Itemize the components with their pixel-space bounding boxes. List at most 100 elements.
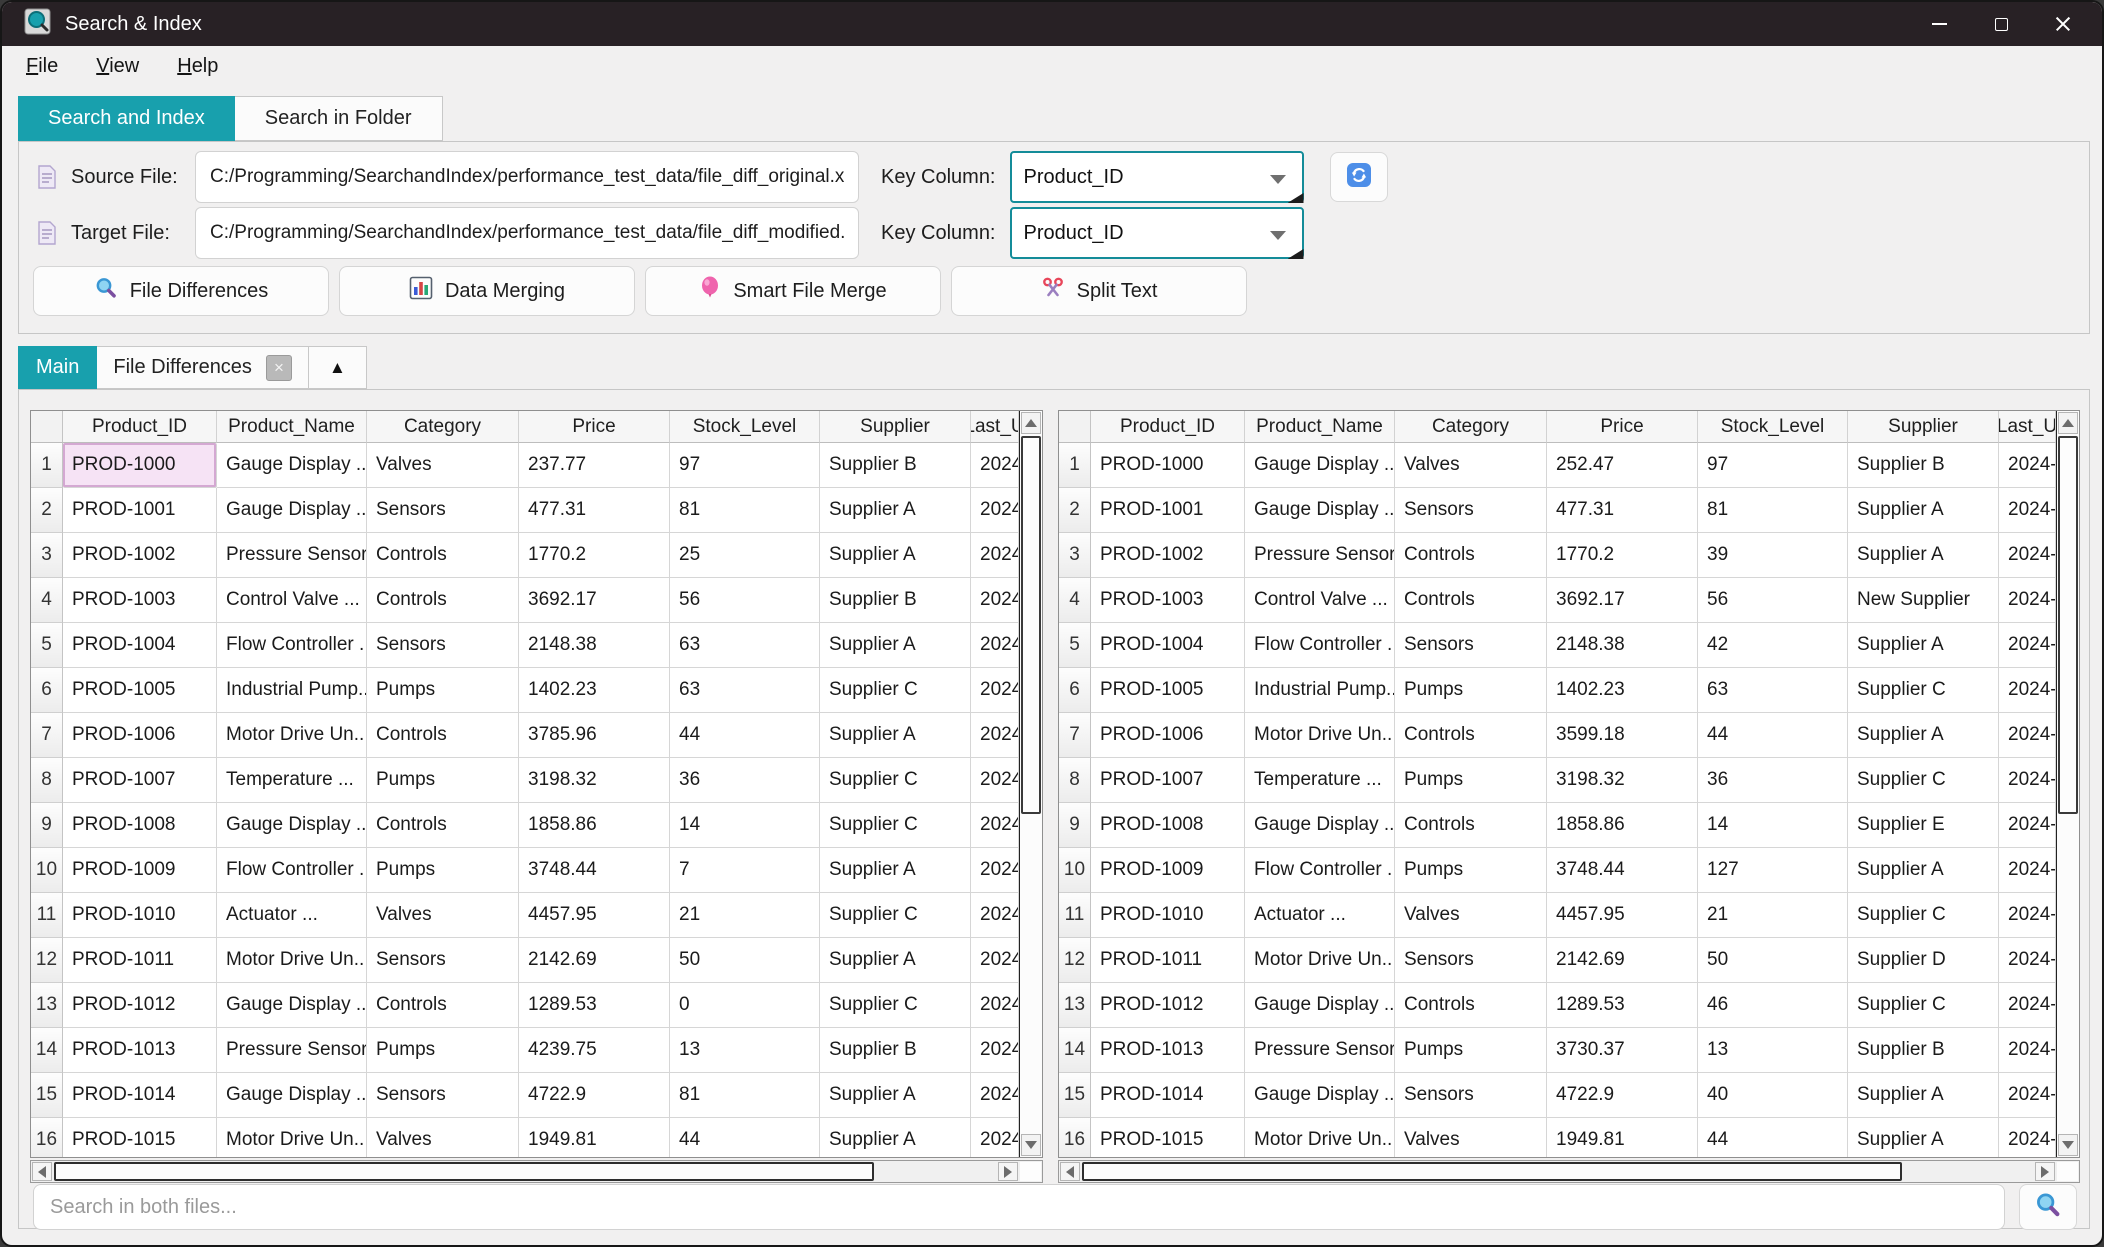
table-cell[interactable]: Gauge Display ... <box>217 803 367 848</box>
table-cell[interactable]: 1289.53 <box>1547 983 1698 1028</box>
menu-help[interactable]: Help <box>177 55 218 78</box>
table-cell[interactable]: Valves <box>1395 893 1547 938</box>
table-cell[interactable]: 4457.95 <box>1547 893 1698 938</box>
target-file-input[interactable] <box>195 207 859 259</box>
table-cell[interactable]: Pumps <box>1395 758 1547 803</box>
row-number[interactable]: 7 <box>1059 713 1091 758</box>
row-number[interactable]: 16 <box>1059 1118 1091 1157</box>
table-cell[interactable]: Supplier B <box>820 443 971 488</box>
table-cell[interactable]: 2024-12 <box>1999 1073 2056 1118</box>
table-cell[interactable]: 2024-12 <box>1999 578 2056 623</box>
table-cell[interactable]: PROD-1011 <box>63 938 217 983</box>
table-cell[interactable]: 14 <box>670 803 820 848</box>
table-cell[interactable]: Supplier C <box>1848 983 1999 1028</box>
table-cell[interactable]: PROD-1001 <box>1091 488 1245 533</box>
table-cell[interactable]: PROD-1012 <box>1091 983 1245 1028</box>
table-cell[interactable]: 2148.38 <box>1547 623 1698 668</box>
table-cell[interactable]: Flow Controller ... <box>217 848 367 893</box>
row-number[interactable]: 3 <box>1059 533 1091 578</box>
row-number[interactable]: 4 <box>1059 578 1091 623</box>
table-cell[interactable]: 4457.95 <box>519 893 670 938</box>
table-cell[interactable]: 44 <box>1698 713 1848 758</box>
row-number[interactable]: 10 <box>31 848 63 893</box>
table-cell[interactable]: Gauge Display ... <box>1245 488 1395 533</box>
table-cell[interactable]: Supplier A <box>1848 1073 1999 1118</box>
row-number[interactable]: 9 <box>31 803 63 848</box>
table-cell[interactable]: 2024-08 <box>1999 938 2056 983</box>
table-cell[interactable]: Controls <box>1395 533 1547 578</box>
table-cell[interactable]: Actuator ... <box>217 893 367 938</box>
table-cell[interactable]: 3748.44 <box>519 848 670 893</box>
table-cell[interactable]: PROD-1011 <box>1091 938 1245 983</box>
row-number[interactable]: 1 <box>1059 443 1091 488</box>
table-cell[interactable]: 44 <box>670 713 820 758</box>
table-cell[interactable]: PROD-1002 <box>63 533 217 578</box>
row-number[interactable]: 5 <box>1059 623 1091 668</box>
table-cell[interactable]: 97 <box>670 443 820 488</box>
table-cell[interactable]: Supplier A <box>1848 713 1999 758</box>
column-header[interactable]: Price <box>519 411 670 443</box>
search-button[interactable] <box>2019 1184 2077 1230</box>
table-cell[interactable]: 1949.81 <box>519 1118 670 1157</box>
table-cell[interactable]: 1858.86 <box>519 803 670 848</box>
table-cell[interactable]: PROD-1013 <box>1091 1028 1245 1073</box>
table-cell[interactable]: Supplier A <box>820 533 971 578</box>
table-cell[interactable]: PROD-1008 <box>1091 803 1245 848</box>
table-cell[interactable]: Pressure Sensor... <box>217 1028 367 1073</box>
table-cell[interactable]: Control Valve ... <box>1245 578 1395 623</box>
table-cell[interactable]: 21 <box>1698 893 1848 938</box>
table-cell[interactable]: Supplier A <box>820 1118 971 1157</box>
table-cell[interactable]: Pumps <box>1395 848 1547 893</box>
target-vertical-scrollbar[interactable] <box>2056 411 2079 1157</box>
table-cell[interactable]: Controls <box>1395 803 1547 848</box>
table-cell[interactable]: PROD-1012 <box>63 983 217 1028</box>
table-cell[interactable]: Supplier A <box>1848 848 1999 893</box>
table-cell[interactable]: 1949.81 <box>1547 1118 1698 1157</box>
table-cell[interactable]: PROD-1010 <box>63 893 217 938</box>
table-cell[interactable]: Supplier C <box>1848 668 1999 713</box>
table-cell[interactable]: Supplier B <box>1848 443 1999 488</box>
table-cell[interactable]: Pressure Sensor... <box>1245 1028 1395 1073</box>
tab-close-icon[interactable]: × <box>266 355 292 381</box>
table-cell[interactable]: Supplier A <box>1848 1118 1999 1157</box>
tab-search-in-folder[interactable]: Search in Folder <box>235 96 443 141</box>
table-cell[interactable]: 63 <box>1698 668 1848 713</box>
collapse-tabs-button[interactable]: ▲ <box>309 346 367 389</box>
table-cell[interactable]: Controls <box>367 803 519 848</box>
target-key-column-select[interactable]: Product_ID <box>1010 207 1304 259</box>
table-cell[interactable]: 1770.2 <box>1547 533 1698 578</box>
table-cell[interactable]: 2142.69 <box>1547 938 1698 983</box>
row-number[interactable]: 11 <box>1059 893 1091 938</box>
scroll-right-button[interactable] <box>998 1162 1018 1181</box>
column-header[interactable]: Last_U <box>971 411 1019 443</box>
table-cell[interactable]: Industrial Pump... <box>1245 668 1395 713</box>
table-cell[interactable]: Gauge Display ... <box>1245 983 1395 1028</box>
table-cell[interactable]: Sensors <box>1395 623 1547 668</box>
table-cell[interactable]: Supplier C <box>1848 893 1999 938</box>
table-cell[interactable]: 7 <box>670 848 820 893</box>
row-number[interactable]: 8 <box>31 758 63 803</box>
table-cell[interactable]: 3748.44 <box>1547 848 1698 893</box>
table-cell[interactable]: 4722.9 <box>519 1073 670 1118</box>
table-cell[interactable]: 2024-06 <box>1999 488 2056 533</box>
row-number[interactable]: 2 <box>31 488 63 533</box>
table-cell[interactable]: 4722.9 <box>1547 1073 1698 1118</box>
row-number[interactable]: 2 <box>1059 488 1091 533</box>
table-cell[interactable]: Supplier A <box>820 938 971 983</box>
table-cell[interactable]: Valves <box>1395 443 1547 488</box>
table-cell[interactable]: Flow Controller ... <box>1245 623 1395 668</box>
table-cell[interactable]: 4239.75 <box>519 1028 670 1073</box>
table-cell[interactable]: 44 <box>670 1118 820 1157</box>
table-cell[interactable]: Sensors <box>1395 488 1547 533</box>
row-number[interactable]: 15 <box>1059 1073 1091 1118</box>
table-cell[interactable]: Sensors <box>367 488 519 533</box>
table-cell[interactable]: Motor Drive Un... <box>217 938 367 983</box>
scroll-down-button[interactable] <box>1021 1134 1041 1156</box>
column-header[interactable]: Category <box>367 411 519 443</box>
menu-file[interactable]: File <box>26 55 58 78</box>
scroll-down-button[interactable] <box>2058 1134 2078 1156</box>
table-cell[interactable]: 2142.69 <box>519 938 670 983</box>
table-cell[interactable]: 1858.86 <box>1547 803 1698 848</box>
table-cell[interactable]: PROD-1003 <box>63 578 217 623</box>
table-cell[interactable]: PROD-1001 <box>63 488 217 533</box>
